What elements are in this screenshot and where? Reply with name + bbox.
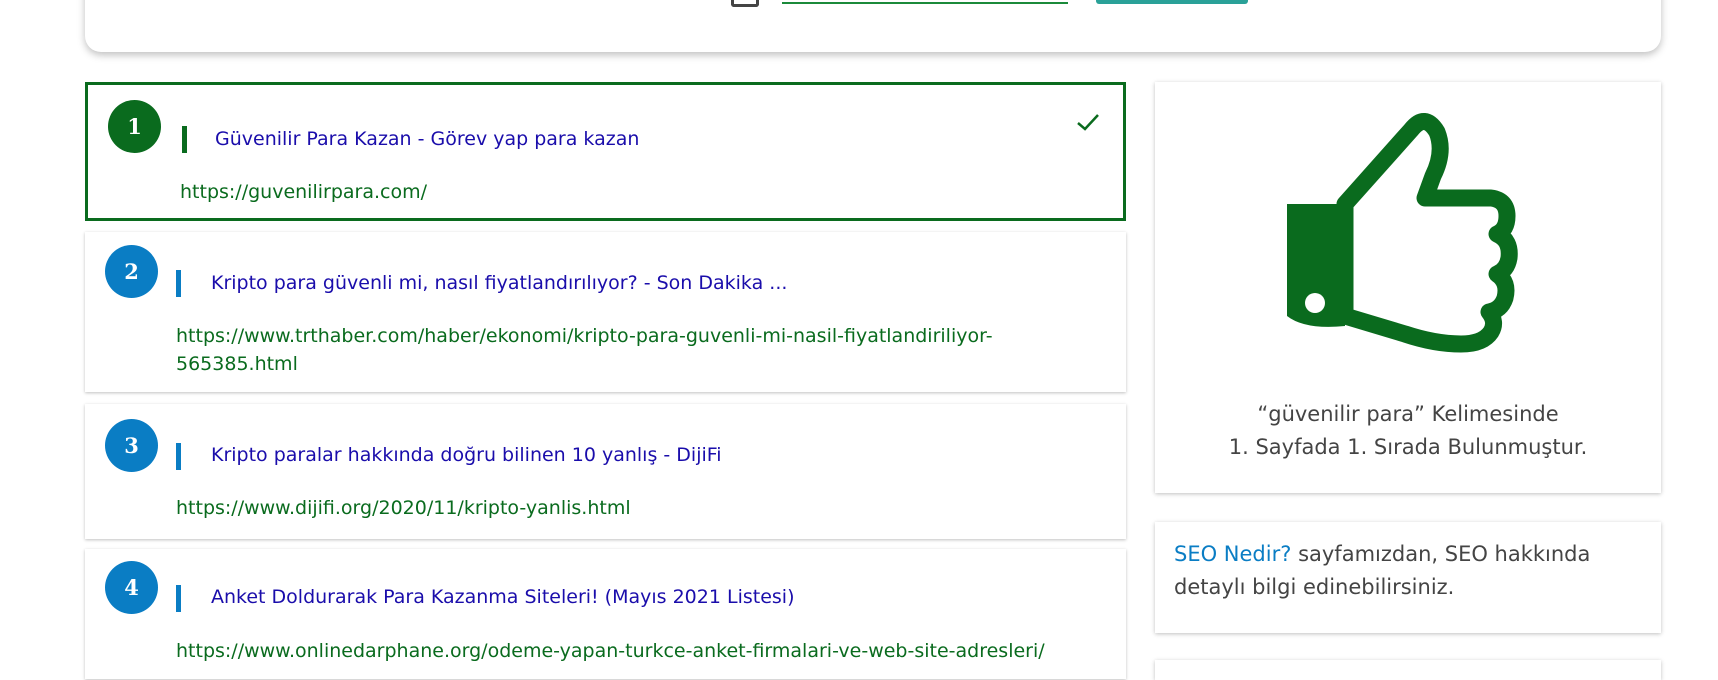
rank-badge: 1 (108, 100, 161, 153)
rank-badge: 3 (105, 419, 158, 472)
result-title[interactable]: Kripto paralar hakkında doğru bilinen 10… (211, 444, 722, 466)
result-url[interactable]: https://www.onlinedarphane.org/odeme-yap… (176, 637, 1045, 665)
result-url[interactable]: https://www.trthaber.com/haber/ekonomi/k… (176, 322, 1056, 378)
result-title[interactable]: Anket Doldurarak Para Kazanma Siteleri! … (211, 586, 794, 608)
rank-badge: 2 (105, 245, 158, 298)
rank-badge: 4 (105, 561, 158, 614)
keyword-input[interactable] (782, 2, 1068, 4)
checkbox[interactable] (731, 0, 759, 7)
result-item-2[interactable]: 2 Kripto para güvenli mi, nasıl fiyatlan… (85, 232, 1126, 392)
check-icon (1077, 114, 1099, 131)
submit-button[interactable] (1096, 0, 1248, 4)
seo-info-card: SEO Nedir? sayfamızdan, SEO hakkında det… (1155, 522, 1661, 633)
rank-summary-card: “güvenilir para” Kelimesinde 1. Sayfada … (1155, 82, 1661, 493)
search-form-card (85, 0, 1661, 52)
title-bar (176, 443, 181, 470)
result-title[interactable]: Kripto para güvenli mi, nasıl fiyatlandı… (211, 272, 787, 294)
thumbs-up-icon (1287, 113, 1518, 353)
result-title[interactable]: Güvenilir Para Kazan - Görev yap para ka… (215, 128, 639, 150)
title-bar (176, 585, 181, 612)
rank-summary-line1: “güvenilir para” Kelimesinde (1257, 402, 1559, 426)
next-card (1155, 660, 1661, 680)
rank-summary-line2: 1. Sayfada 1. Sırada Bulunmuştur. (1228, 435, 1588, 459)
seo-info-text: SEO Nedir? sayfamızdan, SEO hakkında det… (1174, 538, 1644, 604)
result-item-4[interactable]: 4 Anket Doldurarak Para Kazanma Siteleri… (85, 549, 1126, 679)
seo-link[interactable]: SEO Nedir? (1174, 542, 1291, 566)
result-url[interactable]: https://guvenilirpara.com/ (180, 178, 427, 206)
title-bar (182, 126, 187, 153)
result-item-3[interactable]: 3 Kripto paralar hakkında doğru bilinen … (85, 404, 1126, 539)
result-url[interactable]: https://www.dijifi.org/2020/11/kripto-ya… (176, 494, 631, 522)
title-bar (176, 270, 181, 297)
result-item-1[interactable]: 1 Güvenilir Para Kazan - Görev yap para … (85, 82, 1126, 221)
